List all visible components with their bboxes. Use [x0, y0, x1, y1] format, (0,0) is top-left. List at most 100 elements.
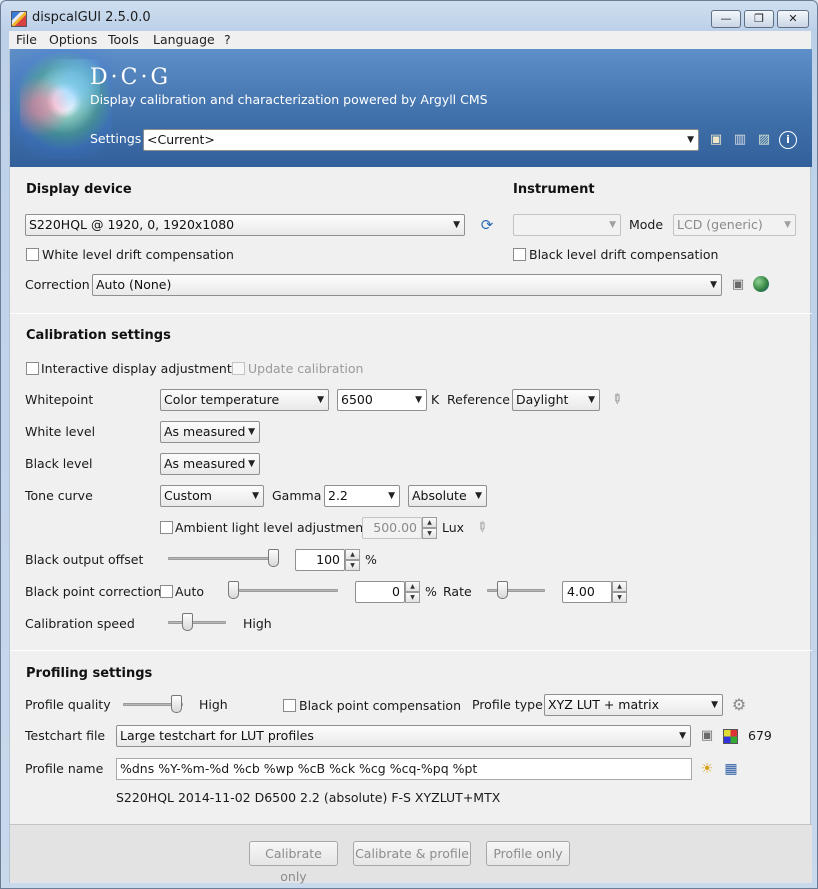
whitepoint-mode-select[interactable]: Color temperature ▼	[160, 389, 329, 411]
lightbulb-icon[interactable]: ☀	[698, 760, 716, 778]
bpc-slider[interactable]	[230, 589, 338, 592]
black-output-offset-slider[interactable]	[168, 557, 278, 560]
gamma-type-select[interactable]: Absolute ▼	[408, 485, 487, 507]
menu-language[interactable]: Language	[153, 32, 215, 47]
profile-name-input[interactable]: %dns %Y-%m-%d %cb %wp %cB %ck %cg %cq-%p…	[116, 758, 692, 780]
rate-input[interactable]: 4.00	[562, 581, 612, 603]
chevron-down-icon: ▼	[475, 491, 482, 501]
section-divider	[10, 650, 812, 651]
chevron-down-icon: ▼	[609, 220, 616, 230]
close-button[interactable]: ✕	[777, 10, 809, 28]
chevron-down-icon: ▼	[710, 280, 717, 290]
white-drift-checkbox[interactable]	[26, 248, 39, 261]
profile-type-value: XYZ LUT + matrix	[548, 697, 660, 712]
chevron-down-icon: ▼	[711, 700, 718, 710]
profile-type-label: Profile type	[472, 697, 543, 712]
settings-select[interactable]: <Current> ▼	[143, 129, 699, 151]
menu-bar: File Options Tools Language ?	[9, 31, 811, 49]
black-output-offset-stepper[interactable]: ▲ ▼	[345, 549, 360, 571]
gamma-value-combo[interactable]: 2.2 ▼	[324, 485, 400, 507]
white-level-select[interactable]: As measured ▼	[160, 421, 260, 443]
main-panel: D·C·G Display calibration and characteri…	[9, 49, 812, 884]
folder-icon[interactable]: ▣	[698, 727, 716, 745]
profile-quality-thumb[interactable]	[171, 695, 182, 713]
stepper-up-icon[interactable]: ▲	[405, 581, 420, 592]
stepper-up-icon[interactable]: ▲	[345, 549, 360, 560]
chevron-down-icon: ▼	[588, 395, 595, 405]
eyedropper-icon[interactable]: ✎	[468, 515, 493, 540]
rate-slider-thumb[interactable]	[497, 581, 508, 599]
color-chart-icon[interactable]	[723, 729, 738, 744]
lux-unit-label: Lux	[442, 520, 465, 535]
title-bar[interactable]: dispcalGUI 2.5.0.0 — ❐ ✕	[1, 1, 817, 31]
rate-stepper[interactable]: ▲ ▼	[612, 581, 627, 603]
black-level-label: Black level	[25, 456, 93, 471]
trash-icon[interactable]: ▥	[731, 131, 749, 149]
ambient-light-input[interactable]: 500.00	[362, 517, 422, 539]
update-calibration-checkbox[interactable]	[232, 362, 245, 375]
tone-curve-select[interactable]: Custom ▼	[160, 485, 264, 507]
calibration-speed-value: High	[243, 616, 272, 631]
black-drift-checkbox[interactable]	[513, 248, 526, 261]
profile-type-select[interactable]: XYZ LUT + matrix ▼	[544, 694, 723, 716]
calibrate-only-button[interactable]: Calibrate only	[249, 841, 338, 884]
menu-file[interactable]: File	[16, 32, 37, 47]
ambient-light-checkbox[interactable]	[160, 521, 173, 534]
correction-select[interactable]: Auto (None) ▼	[92, 274, 722, 296]
instrument-select[interactable]: ▼	[513, 214, 621, 236]
bpc-stepper[interactable]: ▲ ▼	[405, 581, 420, 603]
gear-icon[interactable]: ⚙	[730, 696, 748, 714]
correction-label: Correction	[25, 277, 90, 292]
stepper-down-icon[interactable]: ▼	[345, 560, 360, 571]
stepper-up-icon[interactable]: ▲	[612, 581, 627, 592]
interactive-adjustment-checkbox[interactable]	[26, 362, 39, 375]
menu-options[interactable]: Options	[49, 32, 97, 47]
bpc-auto-checkbox[interactable]	[160, 585, 173, 598]
testchart-file-select[interactable]: Large testchart for LUT profiles ▼	[116, 725, 691, 747]
menu-help[interactable]: ?	[224, 32, 231, 47]
testchart-patch-count: 679	[748, 728, 772, 743]
whitepoint-mode-value: Color temperature	[164, 392, 280, 407]
mode-select[interactable]: LCD (generic) ▼	[673, 214, 796, 236]
refresh-icon[interactable]: ⟳	[474, 216, 500, 234]
black-level-select[interactable]: As measured ▼	[160, 453, 260, 475]
reference-value: Daylight	[516, 392, 569, 407]
menu-tools[interactable]: Tools	[108, 32, 139, 47]
chevron-down-icon: ▼	[415, 395, 422, 405]
black-output-offset-thumb[interactable]	[268, 549, 279, 567]
maximize-button[interactable]: ❐	[744, 10, 774, 28]
testchart-file-label: Testchart file	[25, 728, 106, 743]
globe-icon[interactable]	[753, 276, 769, 292]
rate-slider[interactable]	[487, 589, 545, 592]
info-icon[interactable]: i	[779, 131, 797, 149]
bpc-input[interactable]: 0	[355, 581, 405, 603]
ambient-light-stepper[interactable]: ▲ ▼	[422, 517, 437, 539]
eyedropper-icon[interactable]: ✎	[603, 387, 628, 412]
black-output-offset-input[interactable]: 100	[295, 549, 345, 571]
black-point-compensation-checkbox[interactable]	[283, 699, 296, 712]
whitepoint-label: Whitepoint	[25, 392, 94, 407]
stepper-down-icon[interactable]: ▼	[405, 592, 420, 603]
stepper-down-icon[interactable]: ▼	[612, 592, 627, 603]
kelvin-unit-label: K	[431, 392, 440, 407]
instrument-heading: Instrument	[513, 182, 595, 197]
minimize-button[interactable]: —	[711, 10, 741, 28]
action-bar: Calibrate only Calibrate & profile Profi…	[10, 824, 812, 884]
bpc-slider-thumb[interactable]	[228, 581, 239, 599]
folder-icon[interactable]: ▣	[707, 131, 725, 149]
calibration-speed-slider[interactable]	[168, 621, 226, 624]
save-icon[interactable]: ▦	[722, 760, 740, 778]
stepper-down-icon[interactable]: ▼	[422, 528, 437, 539]
whitepoint-value-combo[interactable]: 6500 ▼	[337, 389, 427, 411]
display-device-select[interactable]: S220HQL @ 1920, 0, 1920x1080 ▼	[25, 214, 465, 236]
reference-select[interactable]: Daylight ▼	[512, 389, 600, 411]
display-device-heading: Display device	[26, 182, 132, 197]
calibrate-and-profile-button[interactable]: Calibrate & profile	[353, 841, 471, 866]
stepper-up-icon[interactable]: ▲	[422, 517, 437, 528]
image-icon[interactable]: ▨	[755, 131, 773, 149]
black-drift-label: Black level drift compensation	[529, 247, 719, 262]
profile-only-button[interactable]: Profile only	[486, 841, 570, 866]
calibration-speed-thumb[interactable]	[182, 613, 193, 631]
black-point-compensation-label: Black point compensation	[299, 698, 462, 713]
folder-icon[interactable]: ▣	[729, 276, 747, 294]
